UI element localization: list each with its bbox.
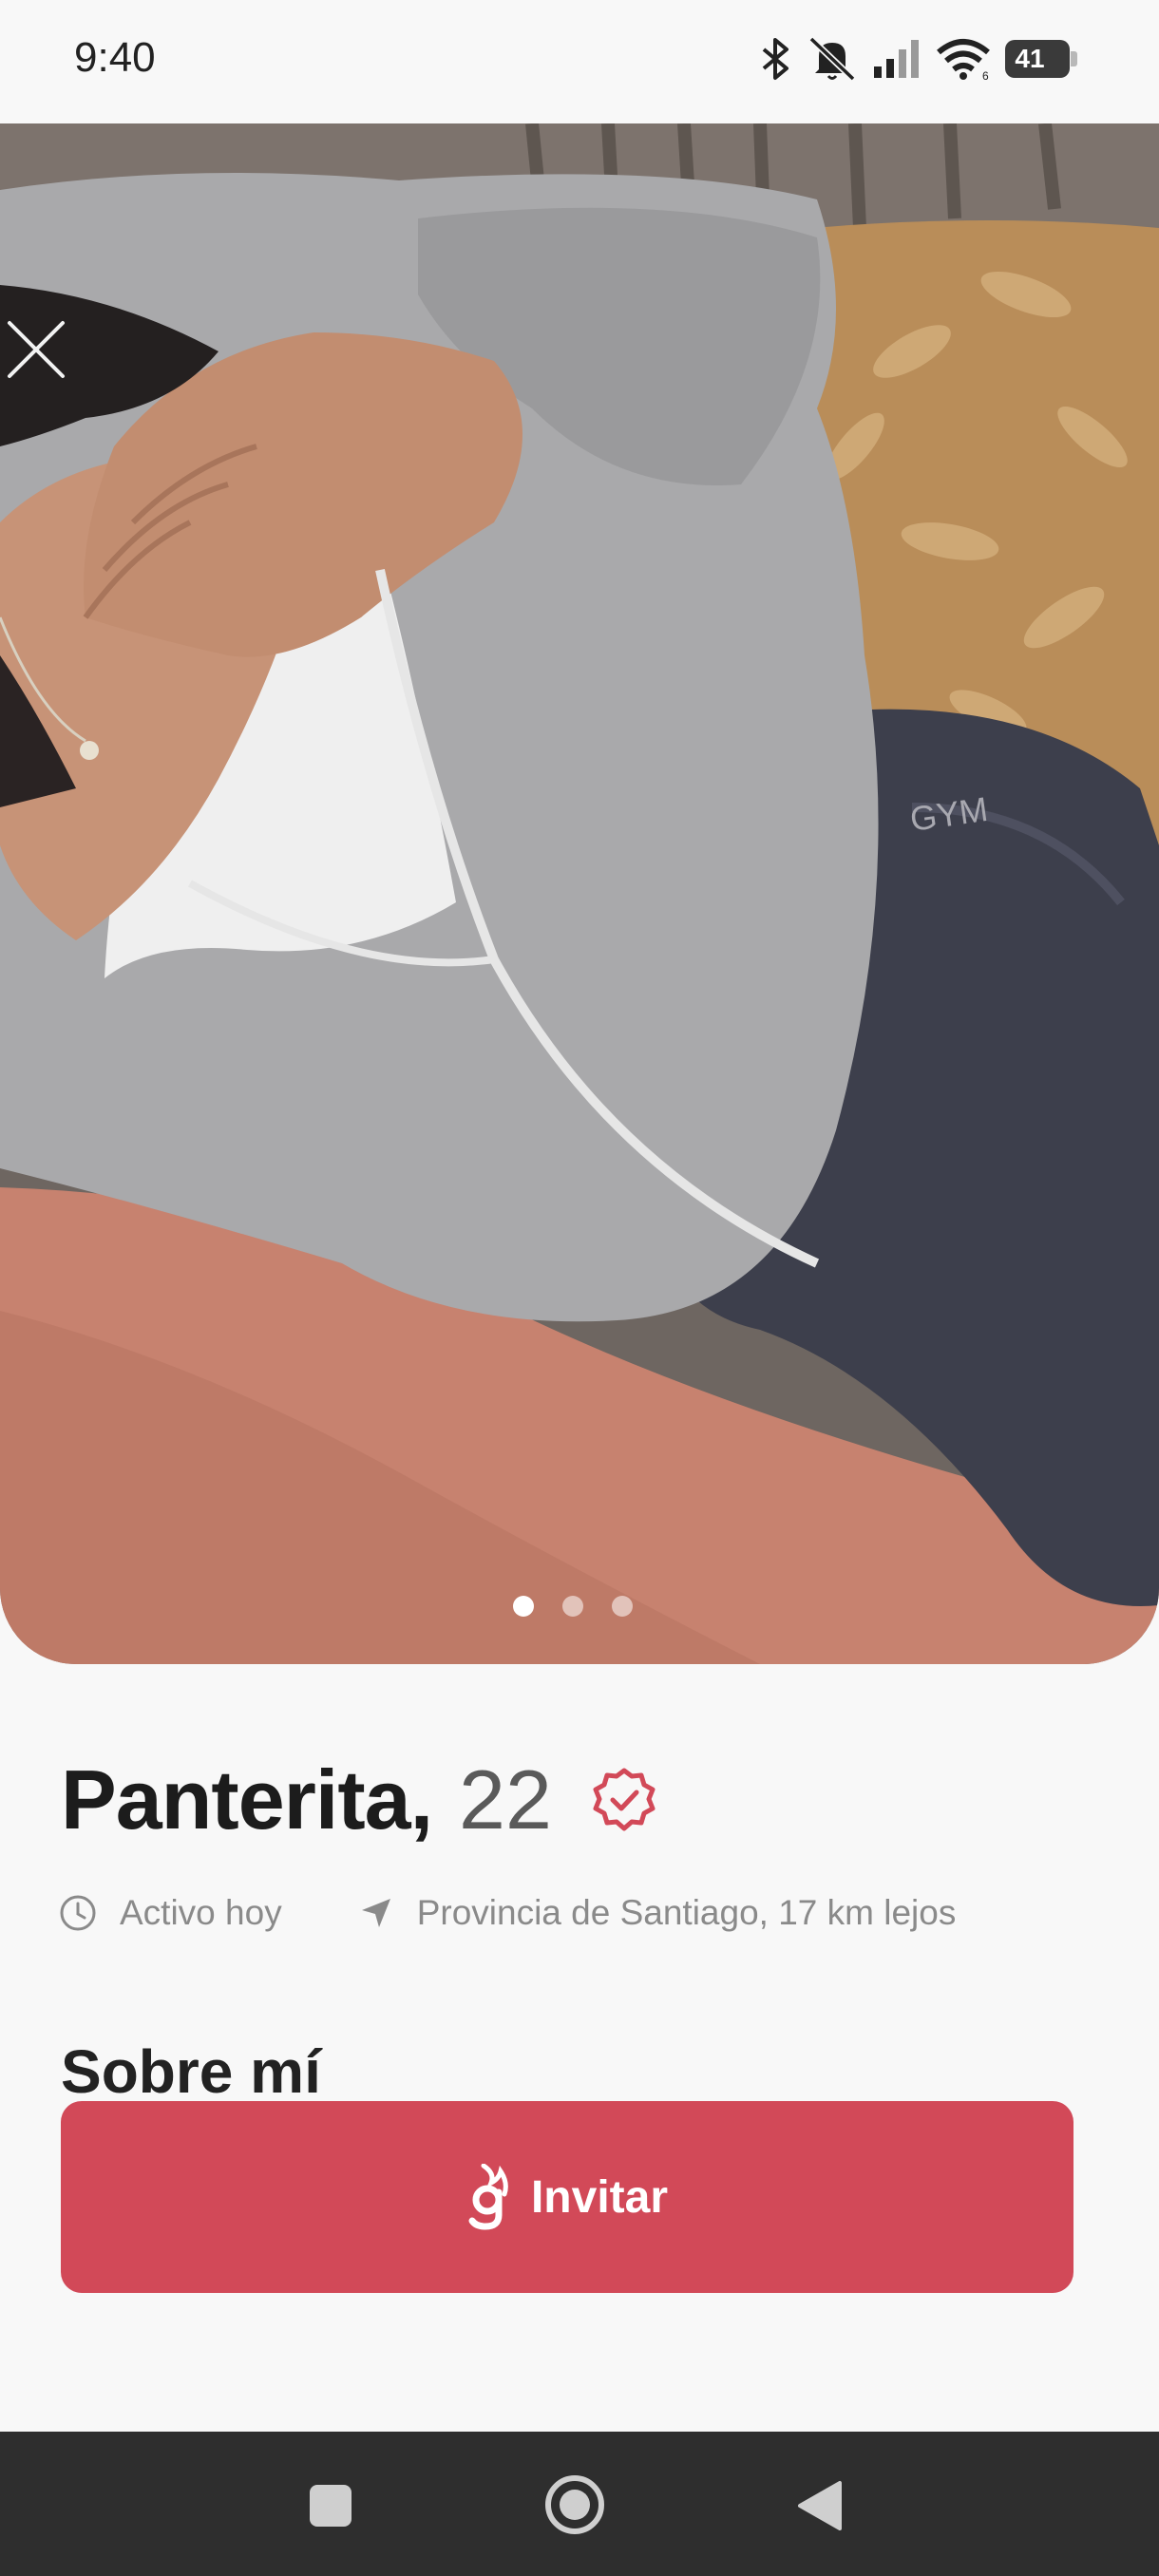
profile-photo-image: GYM [0,123,1159,1664]
home-button[interactable] [543,2473,606,2536]
invite-button[interactable]: Invitar [61,2101,1074,2293]
svg-text:6: 6 [982,69,989,81]
status-icons: 6 41 [760,32,1077,85]
activity-status: Activo hoy [59,1893,282,1933]
clock-icon [60,1895,96,1931]
notifications-off-icon [808,36,856,82]
profile-photo[interactable]: GYM [0,123,1159,1664]
system-nav-bar [0,2432,1159,2576]
page-dot-1[interactable] [513,1596,534,1617]
verified-badge-icon [593,1768,656,1831]
page-dot-3[interactable] [612,1596,633,1617]
status-bar: 9:40 6 41 [0,0,1159,123]
location-arrow-icon [361,1899,390,1927]
activity-text: Activo hoy [120,1893,282,1932]
recents-button[interactable] [308,2483,353,2529]
profile-screen: 9:40 6 41 GYM Panterita, 22 Activo hoy P… [0,0,1159,2576]
photo-page-indicator [513,1596,633,1617]
profile-name-row: Panterita, 22 [61,1748,656,1852]
bluetooth-icon [762,38,788,80]
status-time: 9:40 [74,34,156,81]
wifi-icon: 6 [937,39,990,81]
invite-button-label: Invitar [530,2171,669,2223]
signal-icon [874,40,919,78]
close-icon[interactable] [0,313,72,386]
battery-icon: 41 [1005,38,1077,80]
about-section-title: Sobre mí [61,2037,321,2106]
back-button[interactable] [796,2479,844,2532]
profile-name: Panterita, [61,1752,433,1847]
flame-g-icon [468,2164,508,2230]
location-text: Provincia de Santiago, 17 km lejos [416,1893,957,1932]
location-info: Provincia de Santiago, 17 km lejos [358,1893,957,1933]
battery-level: 41 [1015,44,1045,73]
page-dot-2[interactable] [562,1596,583,1617]
profile-meta-row: Activo hoy Provincia de Santiago, 17 km … [59,1886,956,1940]
profile-age: 22 [459,1752,552,1847]
